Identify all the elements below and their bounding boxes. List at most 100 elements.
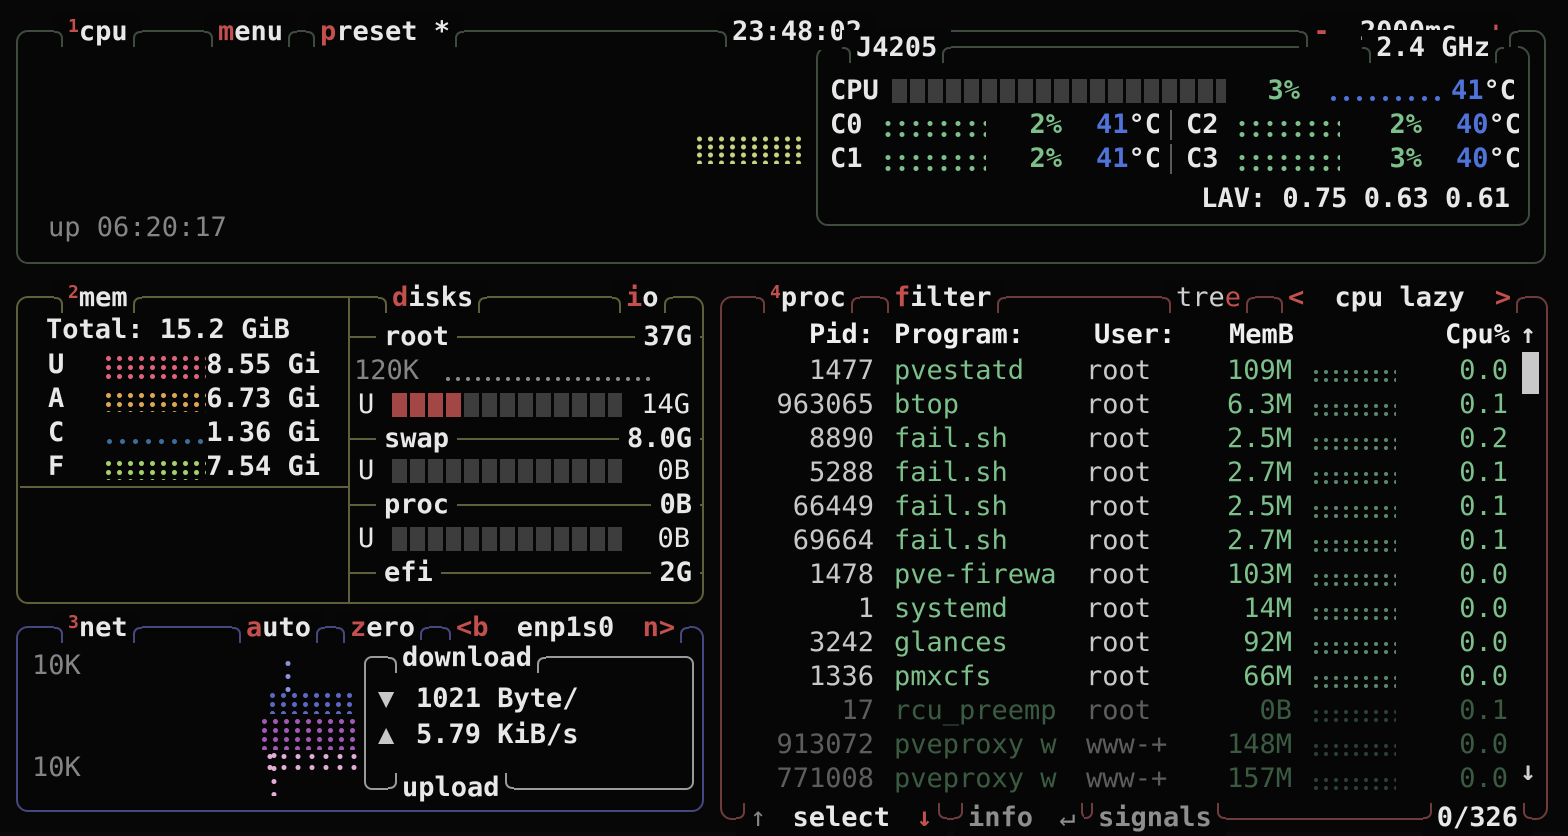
core-temp: 41 (1096, 143, 1129, 174)
disk-efi-header: efi 2G (350, 556, 702, 590)
preset-label: reset * (336, 16, 450, 47)
core-temp: 41 (1096, 109, 1129, 140)
proc-select-control[interactable]: ↑ select ↓ (736, 800, 947, 836)
disk-name: swap (376, 423, 457, 454)
process-cpu: 0.1 (1398, 388, 1508, 422)
core-percent: 2% (986, 108, 1062, 142)
process-memory: 2.7M (1174, 456, 1292, 490)
process-memory: 2.5M (1174, 490, 1292, 524)
tab-cpu[interactable]: 1cpu (54, 14, 142, 50)
column-pid[interactable]: Pid: (730, 318, 874, 352)
scroll-up-icon[interactable]: ↑ (1520, 318, 1536, 352)
process-row[interactable]: 913072 pveproxy w www-+ 148M 0.0 (722, 728, 1546, 762)
core-temp: 40 (1456, 143, 1489, 174)
process-row[interactable]: 1 systemd root 14M 0.0 (722, 592, 1546, 626)
process-row[interactable]: 3242 glances root 92M 0.0 (722, 626, 1546, 660)
upload-arrow-icon: ▲ (378, 718, 394, 752)
core-usage-graph (880, 117, 986, 137)
cpu-detail-panel: J4205 2.4 GHz CPU 3% 41°C C0 2% 41°C C2 … (816, 46, 1530, 226)
menu-button[interactable]: menu (204, 14, 297, 50)
sort-next-button[interactable]: > (1495, 282, 1511, 313)
process-pid: 17 (730, 694, 874, 728)
process-memory: 109M (1174, 354, 1292, 388)
cpu-usage-graph (693, 134, 803, 164)
process-row[interactable]: 66449 fail.sh root 2.5M 0.1 (722, 490, 1546, 524)
filter-hotkey: f (894, 282, 910, 313)
process-row[interactable]: 17 rcu_preemp root 0B 0.1 (722, 694, 1546, 728)
net-box: 3net auto zero <b enp1s0 n> 10K 10K down… (16, 626, 704, 812)
tab-net[interactable]: 3net (54, 610, 142, 646)
download-label: download (388, 640, 546, 676)
process-row[interactable]: 5288 fail.sh root 2.7M 0.1 (722, 456, 1546, 490)
tab-proc[interactable]: 4proc (756, 280, 860, 316)
column-user[interactable]: User: (1094, 318, 1175, 352)
upload-speed: 5.79 KiB/s (416, 718, 579, 752)
disk-size: 37G (635, 320, 700, 354)
process-name: btop (894, 388, 1094, 422)
core-percent: 2% (986, 142, 1062, 176)
tab-mem[interactable]: 2mem (54, 280, 142, 316)
process-memory: 2.7M (1174, 524, 1292, 558)
cpu-total-row: CPU 3% 41°C (818, 74, 1528, 108)
process-name: systemd (894, 592, 1094, 626)
cpu-total-meter (892, 79, 1226, 103)
net-download-graph (266, 690, 358, 714)
core-column-divider (1170, 144, 1172, 174)
process-pid: 913072 (730, 728, 874, 762)
iface-name: enp1s0 (505, 612, 627, 643)
core-temp: 40 (1456, 109, 1489, 140)
core-label: C2 (1186, 108, 1219, 142)
proc-signals-button[interactable]: signals (1084, 800, 1226, 836)
column-memory[interactable]: MemB (1182, 318, 1294, 352)
column-program[interactable]: Program: (894, 318, 1024, 352)
proc-filter-button[interactable]: filter (880, 280, 1006, 316)
enter-key-icon: ↵ (1049, 802, 1075, 833)
scroll-down-icon[interactable]: ↓ (1520, 756, 1536, 787)
process-pid: 5288 (730, 456, 874, 490)
process-row[interactable]: 1478 pve-firewa root 103M 0.0 (722, 558, 1546, 592)
process-memory: 103M (1174, 558, 1292, 592)
process-row[interactable]: 1336 pmxcfs root 66M 0.0 (722, 660, 1546, 694)
tab-net-hotkey: 3 (68, 612, 79, 633)
process-row[interactable]: 8890 fail.sh root 2.5M 0.2 (722, 422, 1546, 456)
net-auto-button[interactable]: auto (232, 610, 325, 646)
select-up-icon: ↑ (750, 802, 766, 833)
disk-size: 0B (651, 488, 700, 522)
process-row[interactable]: 771008 pveproxy w www-+ 157M 0.0 (722, 762, 1546, 796)
proc-table: 1477 pvestatd root 109M 0.0 963065 btop … (722, 354, 1546, 796)
mem-total: Total: 15.2 GiB (46, 314, 290, 345)
process-cpu: 0.0 (1398, 762, 1508, 796)
interval-decrease-button[interactable]: - (1313, 16, 1329, 47)
sort-prev-button[interactable]: < (1288, 282, 1304, 313)
process-row[interactable]: 69664 fail.sh root 2.7M 0.1 (722, 524, 1546, 558)
process-cpu: 0.1 (1398, 490, 1508, 524)
process-row[interactable]: 1477 pvestatd root 109M 0.0 (722, 354, 1546, 388)
proc-info-button[interactable]: info ↵ (954, 800, 1090, 836)
process-name: pvestatd (894, 354, 1094, 388)
disks-toggle[interactable]: disks (378, 280, 487, 316)
selection-count: 0/326 (1437, 802, 1518, 833)
proc-tree-button[interactable]: tree (1162, 280, 1255, 316)
process-memory: 157M (1174, 762, 1292, 796)
net-upload-spike (268, 748, 278, 796)
scrollbar-thumb[interactable] (1522, 352, 1539, 394)
column-cpu[interactable]: Cpu% (1398, 318, 1510, 352)
disks-label: isks (408, 282, 473, 313)
process-cpu: 0.0 (1398, 660, 1508, 694)
io-toggle[interactable]: io (612, 280, 673, 316)
iface-next-button[interactable]: n> (643, 612, 676, 643)
process-cpu: 0.0 (1398, 354, 1508, 388)
upload-label: upload (388, 770, 514, 806)
iface-prev-button[interactable]: <b (456, 612, 489, 643)
disk-proc-used-row: U 0B (18, 522, 702, 556)
process-row[interactable]: 963065 btop root 6.3M 0.1 (722, 388, 1546, 422)
preset-hotkey: p (320, 16, 336, 47)
disk-name: efi (376, 557, 441, 588)
preset-button[interactable]: preset * (306, 14, 464, 50)
process-memory: 66M (1174, 660, 1292, 694)
core-row-1: C1 2% 41°C C3 3% 40°C (818, 142, 1528, 176)
core-usage-graph (880, 151, 986, 171)
tab-mem-label: mem (79, 282, 128, 313)
mem-cached-graph (102, 436, 206, 446)
process-name: fail.sh (894, 422, 1094, 456)
